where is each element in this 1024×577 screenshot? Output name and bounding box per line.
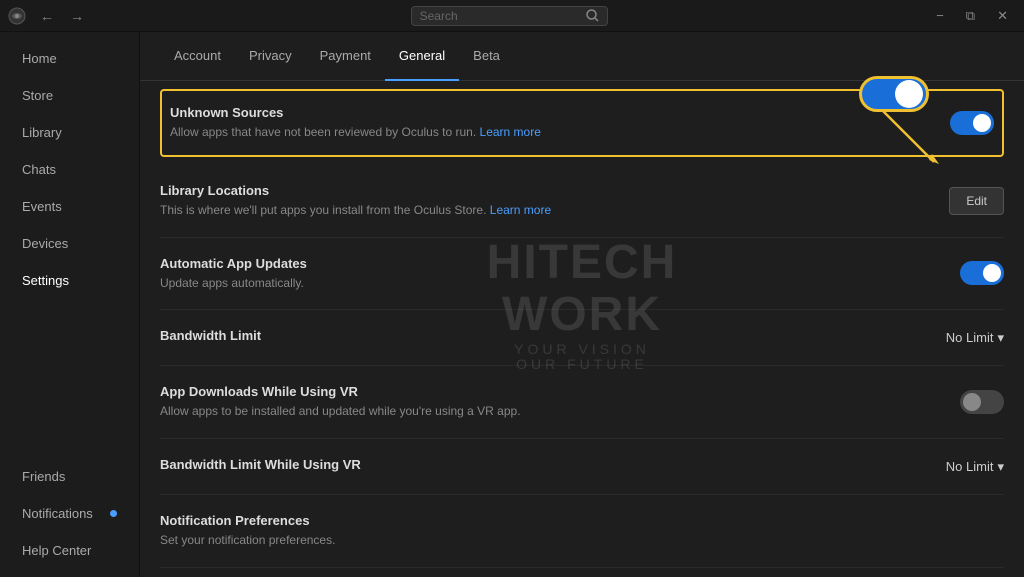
search-icon [586, 9, 599, 22]
setting-library-locations-desc: This is where we'll put apps you install… [160, 202, 929, 219]
setting-app-downloads-vr-title: App Downloads While Using VR [160, 384, 940, 399]
setting-notification-prefs: Notification Preferences Set your notifi… [160, 495, 1004, 568]
library-locations-learn-more-link[interactable]: Learn more [490, 203, 551, 217]
tab-account[interactable]: Account [160, 32, 235, 81]
library-locations-edit-button[interactable]: Edit [949, 187, 1004, 215]
setting-library-locations-title: Library Locations [160, 183, 929, 198]
tabs-bar: Account Privacy Payment General Beta [140, 32, 1024, 81]
unknown-sources-toggle[interactable] [950, 111, 994, 135]
setting-library-locations: Library Locations This is where we'll pu… [160, 165, 1004, 238]
setting-bandwidth-limit-vr-title: Bandwidth Limit While Using VR [160, 457, 926, 472]
big-toggle [859, 76, 929, 112]
sidebar-item-help[interactable]: Help Center [4, 533, 135, 568]
back-button[interactable]: ← [34, 6, 60, 26]
tab-privacy[interactable]: Privacy [235, 32, 306, 81]
setting-automatic-updates: Automatic App Updates Update apps automa… [160, 238, 1004, 311]
unknown-sources-slider [950, 111, 994, 135]
window-controls: − ⧉ ✕ [928, 6, 1016, 26]
setting-notification-prefs-desc: Set your notification preferences. [160, 532, 984, 549]
setting-bandwidth-limit: Bandwidth Limit No Limit ▾ [160, 310, 1004, 366]
sidebar-item-events[interactable]: Events [4, 189, 135, 224]
setting-language-pref: Language Preference Date: 3/28/2016, Tim… [160, 568, 1004, 577]
setting-library-locations-info: Library Locations This is where we'll pu… [160, 183, 949, 219]
bandwidth-limit-vr-dropdown[interactable]: No Limit ▾ [946, 459, 1004, 475]
chevron-down-icon: ▾ [997, 330, 1004, 346]
setting-notification-prefs-title: Notification Preferences [160, 513, 984, 528]
setting-bandwidth-limit-title: Bandwidth Limit [160, 328, 926, 343]
sidebar: Home Store Library Chats Events Devices … [0, 32, 140, 577]
setting-automatic-updates-info: Automatic App Updates Update apps automa… [160, 256, 960, 292]
restore-button[interactable]: ⧉ [958, 6, 983, 26]
setting-automatic-updates-title: Automatic App Updates [160, 256, 940, 271]
chevron-down-icon-vr: ▾ [997, 459, 1004, 475]
tab-payment[interactable]: Payment [306, 32, 385, 81]
sidebar-item-devices[interactable]: Devices [4, 226, 135, 261]
setting-unknown-sources-desc: Allow apps that have not been reviewed b… [170, 124, 930, 141]
app-downloads-vr-slider [960, 390, 1004, 414]
sidebar-item-chats[interactable]: Chats [4, 152, 135, 187]
tab-general[interactable]: General [385, 32, 459, 81]
setting-bandwidth-limit-vr: Bandwidth Limit While Using VR No Limit … [160, 439, 1004, 495]
main-content: HITECH WORK YOUR VISION OUR FUTURE Accou… [140, 32, 1024, 577]
setting-app-downloads-vr-info: App Downloads While Using VR Allow apps … [160, 384, 960, 420]
minimize-button[interactable]: − [928, 6, 952, 25]
sidebar-item-library[interactable]: Library [4, 115, 135, 150]
title-bar: ← → − ⧉ ✕ [0, 0, 1024, 32]
setting-app-downloads-vr: App Downloads While Using VR Allow apps … [160, 366, 1004, 439]
title-bar-left: ← → [8, 6, 90, 26]
bandwidth-limit-dropdown[interactable]: No Limit ▾ [946, 330, 1004, 346]
notification-dot [110, 510, 117, 517]
tab-beta[interactable]: Beta [459, 32, 514, 81]
nav-controls: ← → [34, 6, 90, 26]
automatic-updates-toggle[interactable] [960, 261, 1004, 285]
setting-unknown-sources-info: Unknown Sources Allow apps that have not… [170, 105, 950, 141]
setting-unknown-sources-title: Unknown Sources [170, 105, 930, 120]
sidebar-item-friends[interactable]: Friends [4, 459, 135, 494]
app-downloads-vr-toggle[interactable] [960, 390, 1004, 414]
settings-list: Unknown Sources Allow apps that have not… [140, 89, 1024, 577]
setting-notification-prefs-info: Notification Preferences Set your notifi… [160, 513, 1004, 549]
search-input[interactable] [420, 9, 580, 23]
close-button[interactable]: ✕ [989, 6, 1016, 26]
search-bar[interactable] [411, 6, 608, 26]
app-layout: Home Store Library Chats Events Devices … [0, 32, 1024, 577]
setting-app-downloads-vr-desc: Allow apps to be installed and updated w… [160, 403, 940, 420]
sidebar-item-settings[interactable]: Settings [4, 263, 135, 298]
setting-automatic-updates-desc: Update apps automatically. [160, 275, 940, 292]
toggle-highlight-annotation [859, 76, 929, 112]
sidebar-item-notifications[interactable]: Notifications [4, 496, 135, 531]
sidebar-item-store[interactable]: Store [4, 78, 135, 113]
setting-bandwidth-limit-info: Bandwidth Limit [160, 328, 946, 347]
sidebar-spacer [0, 299, 139, 458]
forward-button[interactable]: → [64, 6, 90, 26]
oculus-logo-icon [8, 7, 26, 25]
unknown-sources-learn-more-link[interactable]: Learn more [480, 125, 541, 139]
setting-bandwidth-limit-vr-info: Bandwidth Limit While Using VR [160, 457, 946, 476]
automatic-updates-slider [960, 261, 1004, 285]
big-toggle-knob [895, 80, 923, 108]
sidebar-item-home[interactable]: Home [4, 41, 135, 76]
